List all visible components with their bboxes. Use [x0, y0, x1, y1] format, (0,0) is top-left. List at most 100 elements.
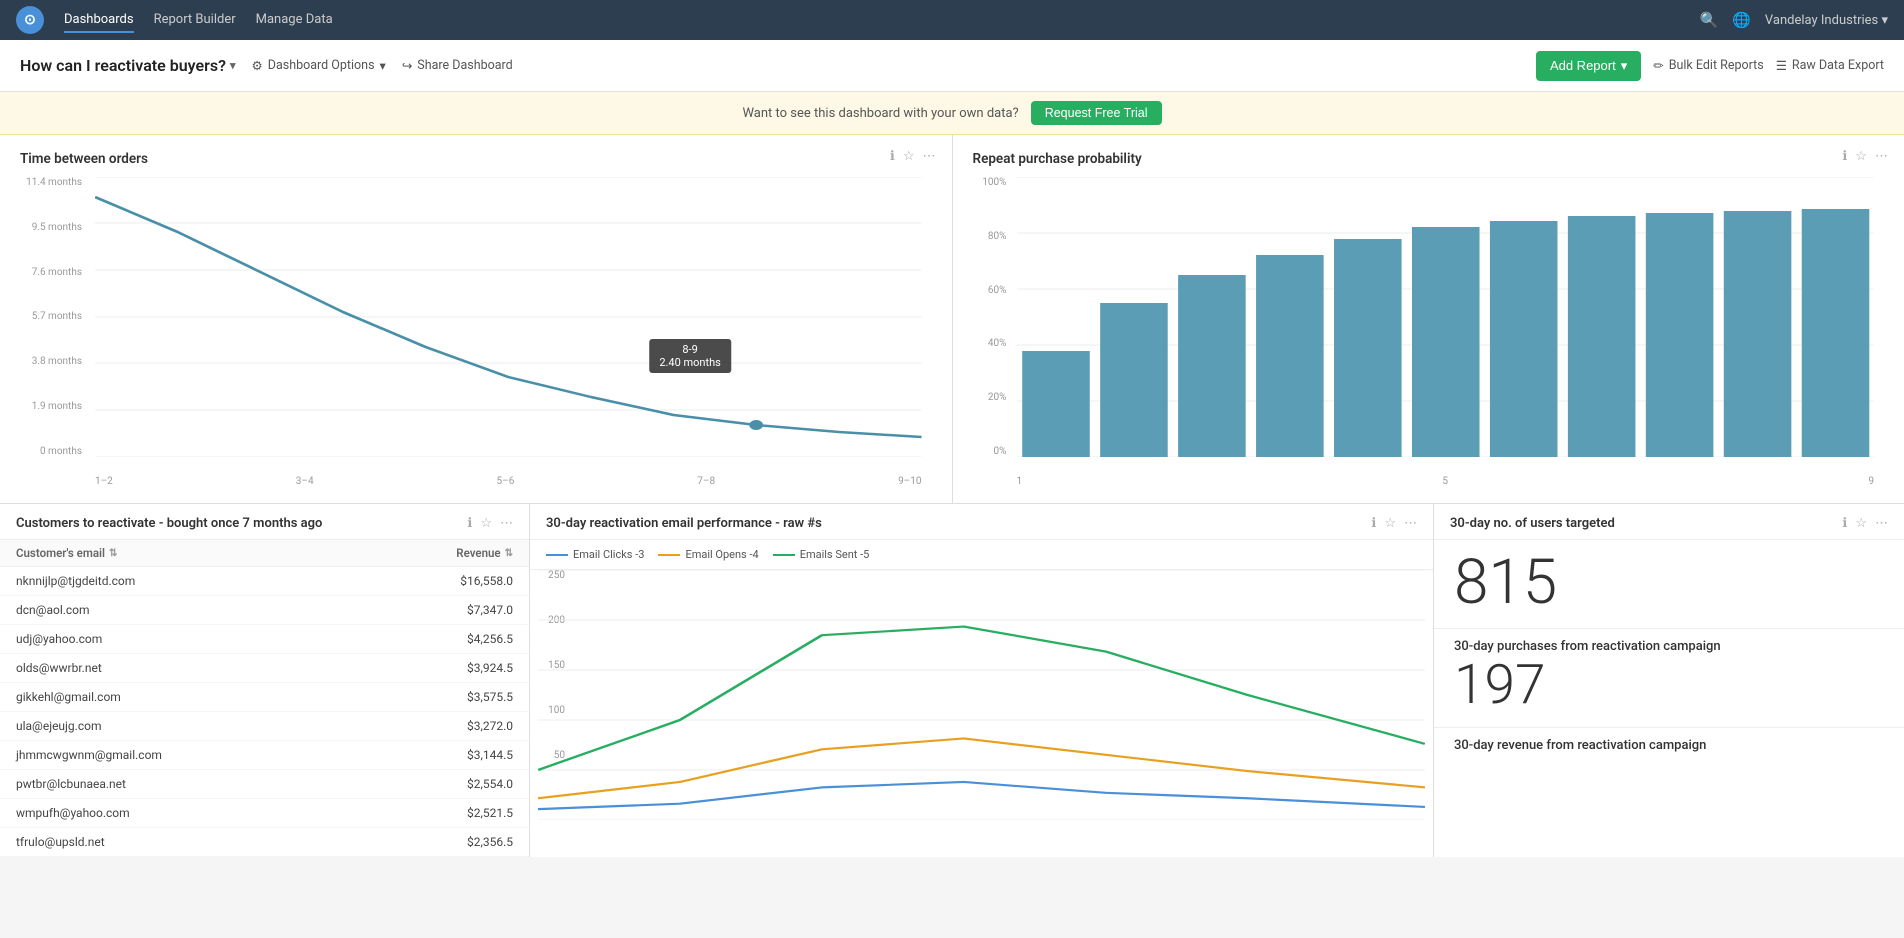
- users-title: 30-day no. of users targeted: [1450, 516, 1615, 531]
- email-perf-title: 30-day reactivation email performance - …: [546, 516, 822, 531]
- tbo-panel-icons: ℹ ☆ ⋯: [890, 149, 936, 164]
- rpp-menu-icon[interactable]: ⋯: [1875, 149, 1888, 164]
- tbo-menu-icon[interactable]: ⋯: [923, 149, 936, 164]
- rpp-x-labels: 1 5 9: [1017, 476, 1875, 487]
- rpp-panel: Repeat purchase probability ℹ ☆ ⋯ 100% 8…: [953, 135, 1904, 503]
- tbo-title: Time between orders: [20, 151, 932, 167]
- globe-icon[interactable]: 🌐: [1732, 11, 1751, 29]
- customer-table-panel: Customers to reactivate - bought once 7 …: [0, 504, 530, 857]
- email-performance-panel: 30-day reactivation email performance - …: [530, 504, 1434, 857]
- col-email-header: Customer's email ⇅: [16, 546, 393, 560]
- purchases-count: 197: [1434, 654, 1904, 713]
- secondary-header: How can I reactivate buyers? ▾ ⚙ Dashboa…: [0, 40, 1904, 92]
- top-nav: ⊙ Dashboards Report Builder Manage Data …: [0, 0, 1904, 40]
- share-dashboard-label: Share Dashboard: [417, 58, 512, 73]
- purchases-metric: 30-day purchases from reactivation campa…: [1434, 629, 1904, 654]
- dashboard-title[interactable]: How can I reactivate buyers? ▾: [20, 56, 236, 75]
- col-revenue-header: Revenue ⇅: [393, 546, 513, 560]
- tbo-chart-area: 11.4 months 9.5 months 7.6 months 5.7 mo…: [20, 177, 932, 487]
- table-row[interactable]: udj@yahoo.com$4,256.5: [0, 625, 529, 654]
- nav-links: Dashboards Report Builder Manage Data: [64, 8, 1680, 33]
- share-icon: ↪: [402, 58, 412, 74]
- table-row[interactable]: nknnijlp@tjgdeitd.com$16,558.0: [0, 567, 529, 596]
- add-report-button[interactable]: Add Report ▾: [1536, 51, 1641, 81]
- dashboard-options-chevron: ▾: [380, 58, 386, 74]
- add-report-chevron: ▾: [1621, 58, 1628, 74]
- ct-menu-icon[interactable]: ⋯: [500, 516, 513, 531]
- up-menu-icon[interactable]: ⋯: [1875, 516, 1888, 531]
- table-row[interactable]: olds@wwrbr.net$3,924.5: [0, 654, 529, 683]
- tbo-panel: Time between orders ℹ ☆ ⋯ 11.4 months 9.…: [0, 135, 953, 503]
- rpp-chart-area: 100% 80% 60% 40% 20% 0%: [973, 177, 1885, 487]
- rpp-star-icon[interactable]: ☆: [1855, 149, 1867, 164]
- table-row[interactable]: dcn@aol.com$7,347.0: [0, 596, 529, 625]
- purchases-label: 30-day purchases from reactivation campa…: [1454, 639, 1884, 654]
- edit-icon: ✏: [1653, 58, 1663, 74]
- nav-report-builder[interactable]: Report Builder: [154, 8, 236, 33]
- top-charts-row: Time between orders ℹ ☆ ⋯ 11.4 months 9.…: [0, 135, 1904, 504]
- header-actions: ⚙ Dashboard Options ▾ ↪ Share Dashboard: [252, 58, 513, 74]
- dashboard-title-text: How can I reactivate buyers?: [20, 56, 226, 75]
- main-content: Time between orders ℹ ☆ ⋯ 11.4 months 9.…: [0, 135, 1904, 857]
- table-header-row: Customer's email ⇅ Revenue ⇅: [0, 540, 529, 567]
- sent-line-indicator: [773, 554, 795, 556]
- title-chevron: ▾: [230, 59, 236, 72]
- request-trial-button[interactable]: Request Free Trial: [1031, 101, 1162, 125]
- banner-text: Want to see this dashboard with your own…: [742, 106, 1018, 121]
- legend-opens-label: Email Opens -4: [685, 548, 758, 561]
- sort-icon[interactable]: ⇅: [109, 548, 117, 559]
- rpp-panel-icons: ℹ ☆ ⋯: [1842, 149, 1888, 164]
- legend-clicks: Email Clicks -3: [546, 548, 644, 561]
- bulk-edit-label: Bulk Edit Reports: [1669, 58, 1764, 73]
- tbo-star-icon[interactable]: ☆: [903, 149, 915, 164]
- bottom-row: Customers to reactivate - bought once 7 …: [0, 504, 1904, 857]
- ep-menu-icon[interactable]: ⋯: [1404, 516, 1417, 531]
- legend-clicks-label: Email Clicks -3: [573, 548, 644, 561]
- user-menu[interactable]: Vandelay Industries ▾: [1765, 13, 1888, 28]
- dashboard-options-label: Dashboard Options: [268, 58, 375, 73]
- table-row[interactable]: gikkehl@gmail.com$3,575.5: [0, 683, 529, 712]
- ep-info-icon[interactable]: ℹ: [1371, 516, 1376, 531]
- search-icon[interactable]: 🔍: [1700, 11, 1719, 29]
- opens-line-indicator: [658, 554, 680, 556]
- users-header: 30-day no. of users targeted ℹ ☆ ⋯: [1434, 504, 1904, 540]
- dashboard-options-icon: ⚙: [252, 58, 263, 74]
- rpp-title: Repeat purchase probability: [973, 151, 1885, 167]
- raw-data-label: Raw Data Export: [1792, 58, 1884, 73]
- tbo-svg-container: 8-9 2.40 months: [95, 177, 922, 457]
- email-perf-header: 30-day reactivation email performance - …: [530, 504, 1433, 540]
- legend-sent: Emails Sent -5: [773, 548, 870, 561]
- dashboard-options-btn[interactable]: ⚙ Dashboard Options ▾: [252, 58, 386, 74]
- tbo-info-icon[interactable]: ℹ: [890, 149, 895, 164]
- tbo-y-labels: 11.4 months 9.5 months 7.6 months 5.7 mo…: [20, 177, 90, 457]
- table-row[interactable]: wmpufh@yahoo.com$2,521.5: [0, 799, 529, 828]
- rpp-svg-container: [1017, 177, 1875, 457]
- customer-table-title: Customers to reactivate - bought once 7 …: [16, 516, 322, 531]
- ct-info-icon[interactable]: ℹ: [467, 516, 472, 531]
- add-report-label: Add Report: [1550, 58, 1616, 73]
- up-info-icon[interactable]: ℹ: [1842, 516, 1847, 531]
- nav-manage-data[interactable]: Manage Data: [256, 8, 333, 33]
- raw-data-icon: ☰: [1776, 58, 1787, 74]
- rpp-info-icon[interactable]: ℹ: [1842, 149, 1847, 164]
- table-row[interactable]: jhmmcwgwnm@gmail.com$3,144.5: [0, 741, 529, 770]
- email-svg-wrapper: [538, 570, 1425, 820]
- legend-opens: Email Opens -4: [658, 548, 758, 561]
- nav-dashboards[interactable]: Dashboards: [64, 8, 134, 33]
- up-star-icon[interactable]: ☆: [1855, 516, 1867, 531]
- bulk-edit-button[interactable]: ✏ Bulk Edit Reports: [1653, 58, 1763, 74]
- table-row[interactable]: pwtbr@lcbunaea.net$2,554.0: [0, 770, 529, 799]
- share-dashboard-btn[interactable]: ↪ Share Dashboard: [402, 58, 513, 74]
- revenue-sort-icon[interactable]: ⇅: [505, 548, 513, 559]
- ct-star-icon[interactable]: ☆: [480, 516, 492, 531]
- logo-icon: ⊙: [16, 6, 44, 34]
- table-row[interactable]: ula@ejeujg.com$3,272.0: [0, 712, 529, 741]
- raw-data-button[interactable]: ☰ Raw Data Export: [1776, 58, 1884, 74]
- email-chart-legend: Email Clicks -3 Email Opens -4 Emails Se…: [530, 540, 1433, 570]
- ep-star-icon[interactable]: ☆: [1384, 516, 1396, 531]
- revenue-label: 30-day revenue from reactivation campaig…: [1434, 728, 1904, 753]
- rpp-y-labels: 100% 80% 60% 40% 20% 0%: [973, 177, 1013, 457]
- legend-sent-label: Emails Sent -5: [800, 548, 870, 561]
- table-row[interactable]: tfrulo@upsld.net$2,356.5: [0, 828, 529, 857]
- tbo-x-labels: 1–2 3–4 5–6 7–8 9–10: [95, 476, 922, 487]
